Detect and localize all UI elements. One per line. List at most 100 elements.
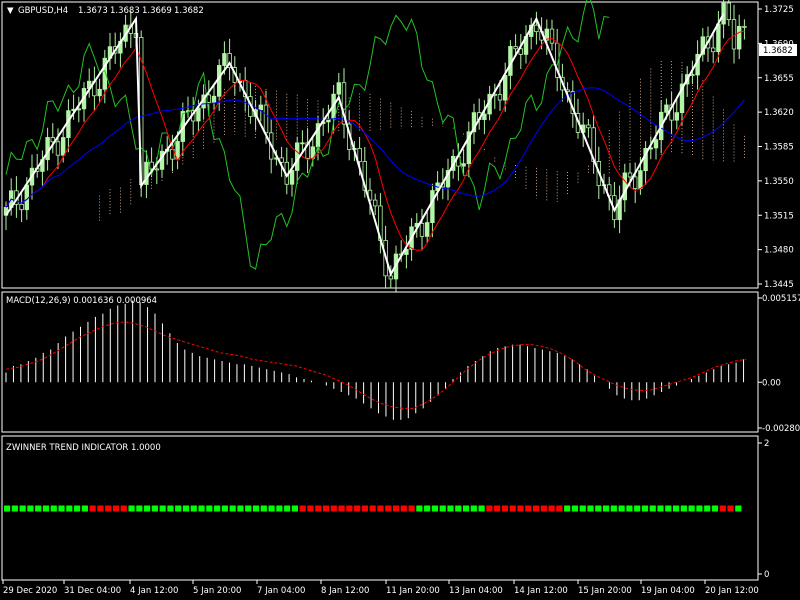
trend-dot [416, 505, 423, 512]
price-tick-label: 1.3620 [764, 108, 794, 118]
candle-body [388, 275, 393, 280]
trend-dot [81, 505, 88, 512]
candle-body [674, 112, 679, 121]
candle-body [357, 147, 362, 162]
time-tick-label: 29 Dec 2020 [3, 586, 57, 596]
candle-body [289, 170, 295, 185]
trend-dot [486, 505, 493, 512]
trend-dot [618, 505, 625, 512]
trend-dot [462, 505, 470, 512]
candle-body [721, 2, 726, 25]
candle-body [737, 25, 742, 50]
trend-dot [672, 505, 680, 512]
candle-body [222, 53, 227, 66]
time-tick-label: 14 Jan 12:00 [514, 586, 568, 596]
trend-dot [532, 505, 540, 512]
candle-body [19, 203, 24, 211]
time-tick-label: 20 Jan 12:00 [705, 586, 759, 596]
trend-dot [66, 505, 73, 512]
candle-body [55, 141, 61, 156]
trend-dot [151, 505, 158, 512]
trend-dot [315, 505, 322, 512]
candle-body [336, 82, 341, 95]
candle-body [716, 23, 721, 53]
candle-body [711, 47, 716, 53]
trend-dot [361, 505, 369, 512]
price-pane: ▼ GBPUSD,H4 1.3673 1.3683 1.3669 1.3682 … [1, 0, 797, 294]
price-tick-label: 1.3655 [764, 74, 794, 84]
trend-dot [58, 505, 65, 512]
candle-body [97, 88, 102, 97]
trend-dot [587, 505, 594, 512]
trend-dot [665, 505, 672, 512]
candle-body [430, 190, 435, 223]
trend-dot [198, 505, 205, 512]
price-tick-label: 1.3585 [764, 143, 794, 153]
price-tick-label: 1.3445 [764, 280, 794, 290]
trend-dot [641, 505, 649, 512]
trend-dot [120, 505, 127, 512]
trend-dot [4, 505, 11, 512]
time-tick-label: 31 Dec 04:00 [64, 586, 121, 596]
trend-dot [237, 505, 244, 512]
trend-dot [649, 505, 656, 512]
candle-body [664, 104, 669, 113]
trend-dot [42, 505, 50, 512]
trend-dot [369, 505, 376, 512]
trend-dot [144, 505, 151, 512]
trend-dot [346, 505, 353, 512]
candle-body [45, 137, 50, 161]
candle-body [586, 124, 591, 129]
trend-dot [657, 505, 664, 512]
trend-dot [719, 505, 726, 512]
zwinner-tick-label: 2 [764, 439, 769, 449]
trend-dot [260, 505, 267, 512]
trend-dot [182, 505, 190, 512]
macd-tick-label: -0.00280 [762, 424, 800, 434]
title-arrow-icon: ▼ [7, 6, 14, 16]
candle-body [633, 176, 638, 189]
trend-dot [128, 505, 135, 512]
trend-dot [408, 505, 415, 512]
time-tick-label: 19 Jan 04:00 [641, 586, 695, 596]
trend-dot [136, 505, 143, 512]
ohlc-low: 1.3669 [142, 6, 172, 16]
candle-body [513, 46, 518, 50]
trend-dot [105, 505, 112, 512]
candle-body [419, 222, 425, 237]
trend-dot [680, 505, 687, 512]
candle-body [61, 137, 66, 156]
candle-body [258, 104, 263, 111]
trend-dot [245, 505, 252, 512]
ohlc-open: 1.3673 [78, 6, 108, 16]
candle-body [300, 142, 305, 145]
candle-body [534, 24, 539, 33]
candle-body [211, 95, 217, 103]
trend-dot [167, 505, 174, 512]
candle-body [742, 25, 747, 28]
candle-body [497, 94, 503, 101]
trend-dot [478, 505, 485, 512]
trend-dot [214, 505, 221, 512]
trend-dot [517, 505, 524, 512]
time-tick-label: 15 Jan 20:00 [578, 586, 632, 596]
trend-dot [291, 505, 298, 512]
trend-dot [447, 505, 454, 512]
trend-dot [525, 505, 532, 512]
trend-dot [727, 505, 734, 512]
price-tick-label: 1.3480 [764, 246, 794, 256]
chart-canvas: ▼ GBPUSD,H4 1.3673 1.3683 1.3669 1.3682 … [1, 0, 800, 596]
trend-dot [470, 505, 477, 512]
candle-body [627, 172, 633, 178]
macd-pane-frame [1, 291, 759, 433]
current-price-label: 1.3682 [763, 46, 793, 56]
trend-dot [579, 505, 586, 512]
trend-dot [392, 505, 400, 512]
macd-axis: 0.005157 0.00 -0.00280 [758, 294, 800, 434]
trend-dot [284, 505, 291, 512]
trend-dot [338, 505, 345, 512]
candle-body [726, 2, 731, 20]
zwinner-pane: ZWINNER TREND INDICATOR 1.0000 20 [1, 435, 769, 581]
trend-dot [252, 505, 260, 512]
trend-dot [276, 505, 283, 512]
